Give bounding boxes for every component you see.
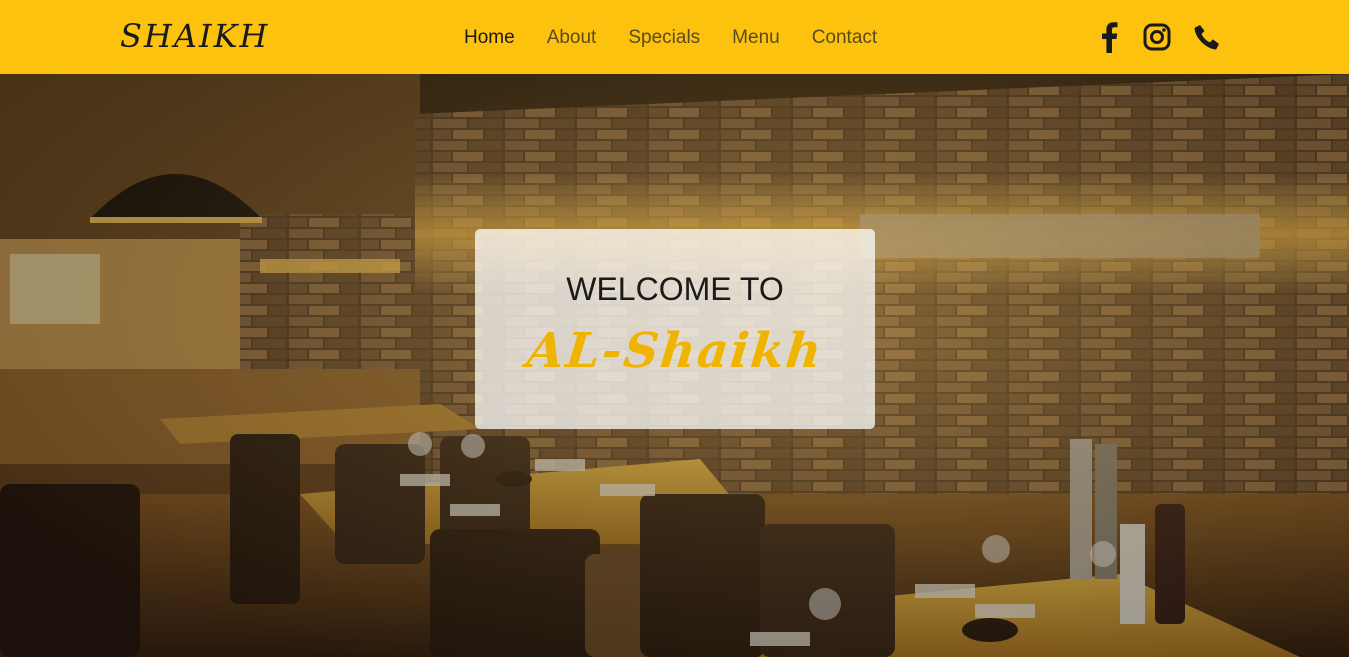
restaurant-name: AL-Shaikh bbox=[524, 323, 826, 379]
instagram-icon[interactable] bbox=[1142, 20, 1172, 54]
nav-home[interactable]: Home bbox=[448, 24, 531, 52]
nav-menu[interactable]: Menu bbox=[716, 24, 796, 52]
nav-contact[interactable]: Contact bbox=[796, 24, 893, 52]
brand-logo[interactable]: SHAIKH bbox=[120, 16, 269, 56]
nav-links: Home About Specials Menu Contact bbox=[448, 24, 893, 52]
nav-about[interactable]: About bbox=[531, 24, 613, 52]
welcome-card: WELCOME TO AL-Shaikh bbox=[475, 229, 875, 429]
navbar: SHAIKH Home About Specials Menu Contact bbox=[0, 0, 1349, 74]
welcome-text: WELCOME TO bbox=[566, 271, 784, 307]
phone-icon[interactable] bbox=[1192, 20, 1222, 54]
hero-section: WELCOME TO AL-Shaikh bbox=[0, 74, 1349, 657]
facebook-icon[interactable] bbox=[1098, 20, 1120, 54]
nav-specials[interactable]: Specials bbox=[612, 24, 716, 52]
